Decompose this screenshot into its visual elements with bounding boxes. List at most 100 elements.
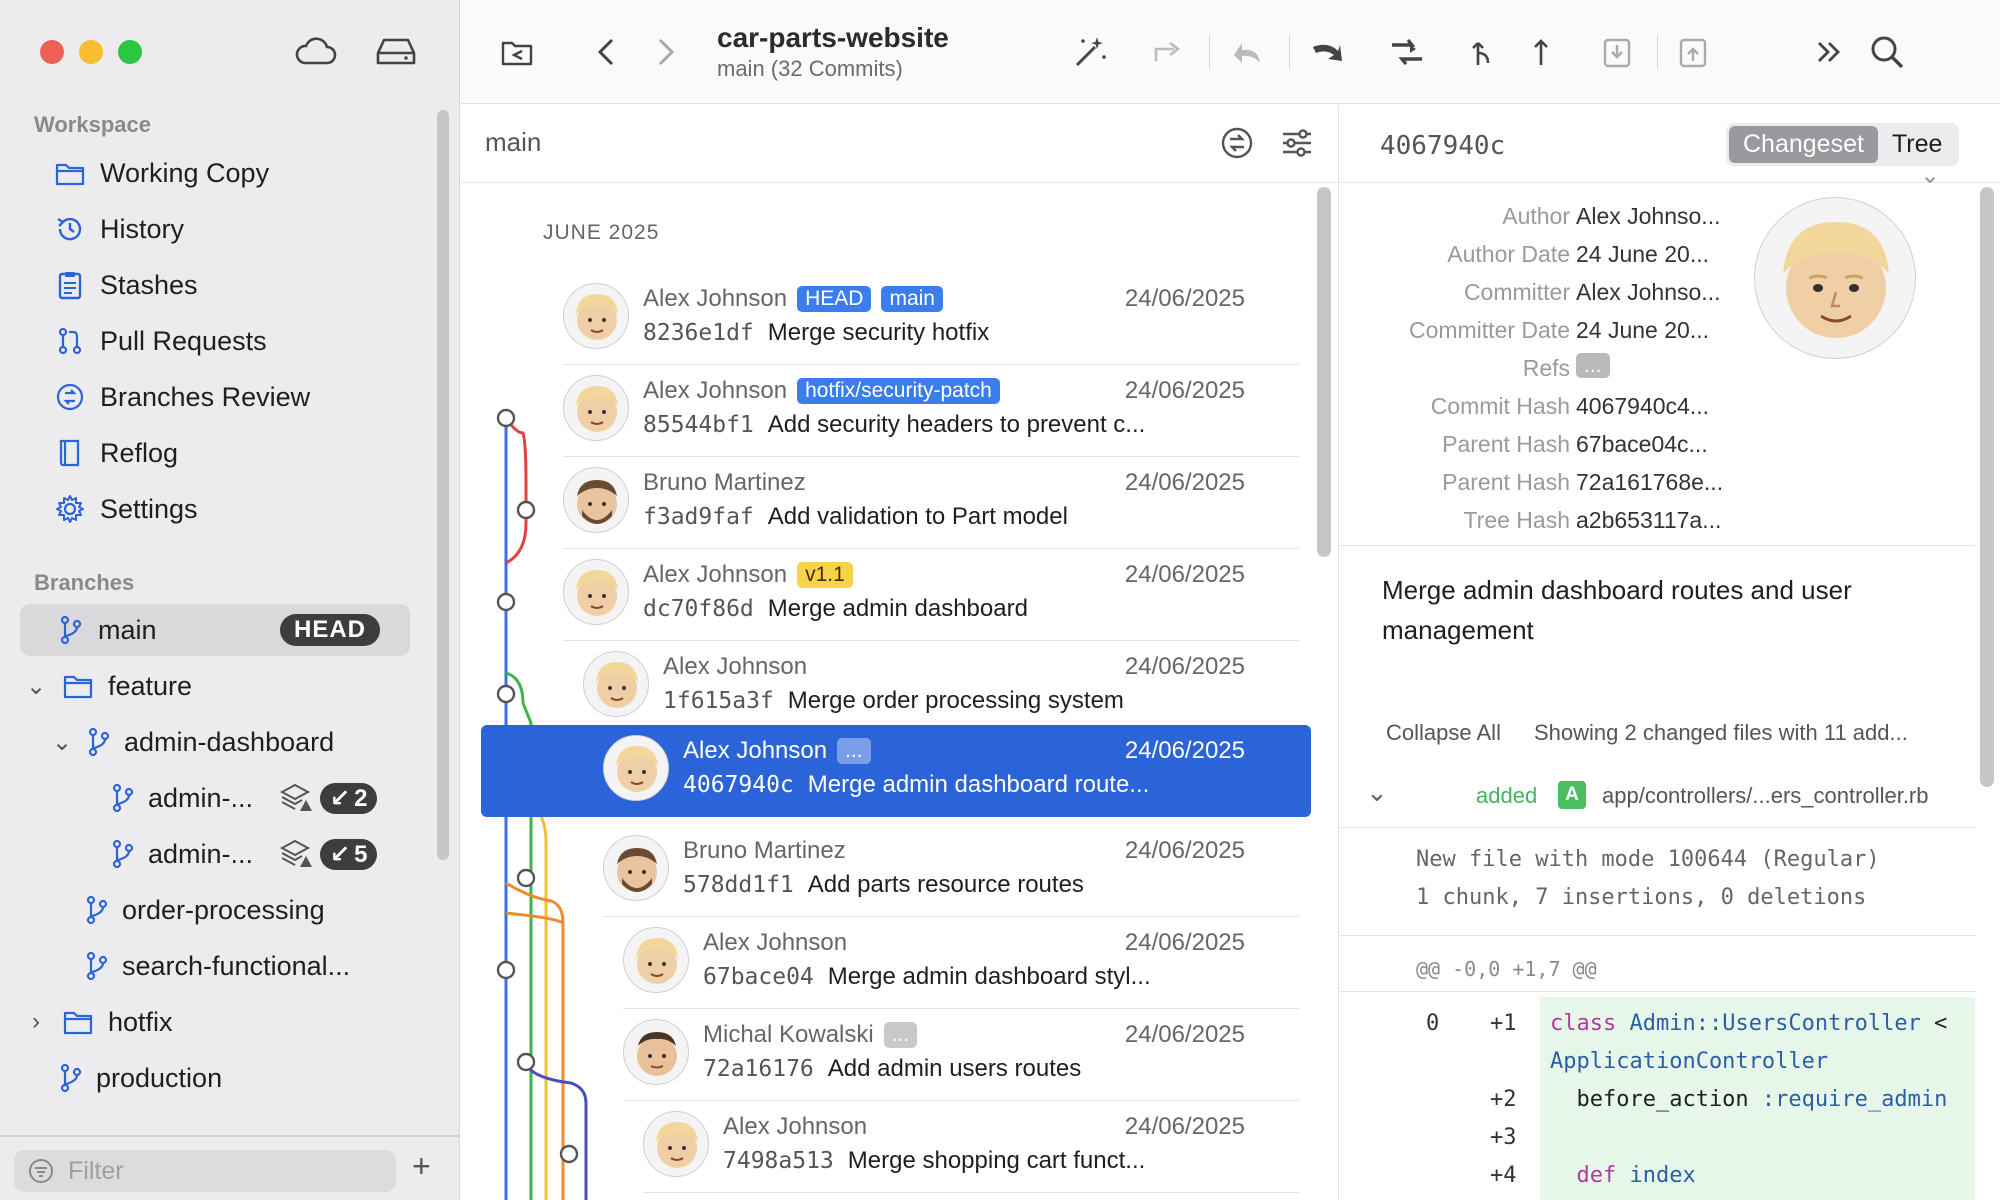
commit-row[interactable]: Alex Johnson 24/06/2025 67bace04 Merge ad… (623, 917, 1299, 1009)
meta-value-commit-hash[interactable]: 4067940c4... (1576, 393, 1709, 420)
toolbar-separator (1657, 34, 1658, 70)
branch-admin-sub-2[interactable]: admin-... (110, 828, 253, 880)
filter-sliders-icon[interactable] (1277, 123, 1317, 163)
commit-row[interactable]: Alex Johnson 24/06/2025 7498a513 Merge sh… (643, 1101, 1299, 1193)
code-keyword: class (1550, 1011, 1617, 1036)
close-window-button[interactable] (40, 40, 64, 64)
commit-detail-pane: 4067940c Changeset Tree Author Alex John… (1340, 105, 2000, 1200)
commit-row[interactable]: Bruno Martinez 24/06/2025 f3ad9faf Add va… (563, 457, 1299, 549)
more-chevrons-icon[interactable] (1807, 30, 1851, 74)
branch-icon (86, 895, 108, 925)
nav-working-copy[interactable]: Working Copy (54, 150, 269, 196)
ref-tag-more[interactable]: ... (837, 738, 871, 764)
sidebar-scrollbar[interactable] (437, 110, 449, 860)
nav-branches-review[interactable]: Branches Review (54, 374, 310, 420)
back-chevron-icon[interactable] (585, 30, 629, 74)
count-value: 2 (354, 784, 368, 812)
chevron-down-icon[interactable]: ⌄ (1366, 777, 1388, 808)
commit-row[interactable]: Alex Johnson v1.1 24/06/2025 dc70f86d Merg… (563, 549, 1299, 641)
tab-tree[interactable]: Tree (1878, 126, 1956, 163)
commit-author: Alex Johnson (663, 653, 808, 680)
filter-placeholder: Filter (68, 1156, 124, 1185)
pull-request-icon (58, 327, 82, 355)
branch-admin-dashboard[interactable]: ⌄ admin-dashboard (50, 716, 334, 768)
nav-stashes[interactable]: Stashes (54, 262, 198, 308)
nav-history[interactable]: History (54, 206, 184, 252)
meta-label: Author (1502, 203, 1570, 229)
magic-wand-icon[interactable] (1068, 30, 1112, 74)
nav-reflog[interactable]: Reflog (54, 430, 178, 476)
commit-row[interactable]: Michal Kowalski... 24/06/2025 72a16176 Ad… (623, 1009, 1299, 1101)
sync-icon[interactable] (1385, 30, 1429, 74)
branch-admin-sub-1[interactable]: admin-... (110, 772, 253, 824)
compare-icon[interactable] (1217, 123, 1257, 163)
search-icon[interactable] (1865, 30, 1909, 74)
branch-main[interactable]: main HEAD (20, 604, 410, 656)
collapse-all-button[interactable]: Collapse All (1386, 720, 1501, 746)
commit-list-scrollbar[interactable] (1317, 187, 1331, 557)
nav-settings[interactable]: Settings (54, 486, 198, 532)
add-branch-button[interactable]: + (412, 1148, 431, 1185)
commit-row-selected[interactable]: Alex Johnson... 24/06/2025 4067940c Merge… (481, 725, 1311, 817)
ref-tag-more[interactable]: ... (883, 1022, 918, 1048)
code-method-name: index (1616, 1163, 1696, 1188)
meta-value-author[interactable]: Alex Johnso... (1576, 203, 1720, 230)
changed-file-row[interactable]: ⌄ added A app/controllers/...ers_control… (1340, 763, 1975, 827)
chevron-down-icon[interactable]: ⌄ (24, 672, 48, 701)
commit-hash: dc70f86d (643, 596, 754, 622)
minimize-window-button[interactable] (79, 40, 103, 64)
commit-row[interactable]: Bruno Martinez 24/06/2025 578dd1f1 Add pa… (603, 825, 1299, 917)
push-arrow-icon[interactable] (1519, 30, 1563, 74)
forward-chevron-icon[interactable] (643, 30, 687, 74)
detail-commit-hash: 4067940c (1380, 131, 1506, 161)
old-line-number: 0 (1426, 1011, 1440, 1036)
tab-changeset[interactable]: Changeset (1729, 126, 1878, 163)
sidebar-toggle-icon[interactable] (495, 30, 539, 74)
branch-order-processing[interactable]: order-processing (84, 884, 325, 936)
commit-message: Merge security hotfix (767, 319, 990, 346)
chevron-down-icon[interactable]: ⌄ (1920, 161, 1940, 190)
branch-production[interactable]: production (58, 1052, 222, 1104)
count-value: 5 (354, 840, 368, 868)
meta-value-parent-hash[interactable]: 67bace04c... (1576, 431, 1708, 458)
ref-tag-hotfix[interactable]: hotfix/security-patch (797, 378, 1000, 404)
branch-folder-feature[interactable]: ⌄ feature (24, 660, 192, 712)
meta-value-committer-date: 24 June 20... (1576, 317, 1709, 343)
commit-row[interactable]: Alex Johnson 24/06/2025 1f615a3f Merge or… (583, 641, 1299, 733)
ref-tag-main[interactable]: main (881, 286, 943, 312)
branch-icon (60, 1063, 82, 1093)
meta-value-tree-hash[interactable]: a2b653117a... (1576, 507, 1721, 534)
share-icon[interactable] (1147, 30, 1191, 74)
new-line-number: +4 (1490, 1163, 1517, 1188)
fetch-branch-icon[interactable] (1461, 30, 1505, 74)
branch-folder-hotfix[interactable]: › hotfix (24, 996, 173, 1048)
refs-more-tag[interactable]: ... (1576, 353, 1610, 378)
branch-search-functional[interactable]: search-functional... (84, 940, 350, 992)
cloud-icon[interactable] (292, 32, 340, 72)
ref-tag-version[interactable]: v1.1 (797, 562, 853, 588)
code-constant: ApplicationController (1550, 1049, 1829, 1074)
meta-value-committer[interactable]: Alex Johnso... (1576, 279, 1720, 306)
drive-icon[interactable] (372, 32, 420, 72)
undo-icon[interactable] (1225, 30, 1269, 74)
zoom-window-button[interactable] (118, 40, 142, 64)
chevron-down-icon[interactable]: ⌄ (50, 728, 74, 757)
chevron-right-icon[interactable]: › (24, 1008, 48, 1036)
stack-warning-icon (279, 782, 314, 819)
avatar (603, 835, 669, 901)
code-constant: Admin::UsersController (1629, 1011, 1921, 1036)
commit-row[interactable]: Alex Johnson hotfix/security-patch 24/06/… (563, 365, 1299, 457)
detail-scrollbar[interactable] (1980, 187, 1994, 787)
commit-row[interactable]: Alex Johnson HEAD main 24/06/2025 8236e1df… (563, 273, 1299, 365)
ref-tag-head[interactable]: HEAD (797, 286, 872, 312)
meta-value-parent-hash-2[interactable]: 72a161768e... (1576, 469, 1723, 496)
branch-label: hotfix (108, 1006, 173, 1037)
filter-input[interactable]: Filter (14, 1150, 396, 1192)
commit-hash: f3ad9faf (643, 504, 754, 530)
meta-value-refs[interactable]: ... (1576, 351, 1610, 378)
nav-label: Reflog (100, 437, 179, 468)
pull-icon[interactable] (1305, 30, 1349, 74)
stash-icon[interactable] (1595, 30, 1639, 74)
pop-stash-icon[interactable] (1671, 30, 1715, 74)
nav-pull-requests[interactable]: Pull Requests (54, 318, 267, 364)
